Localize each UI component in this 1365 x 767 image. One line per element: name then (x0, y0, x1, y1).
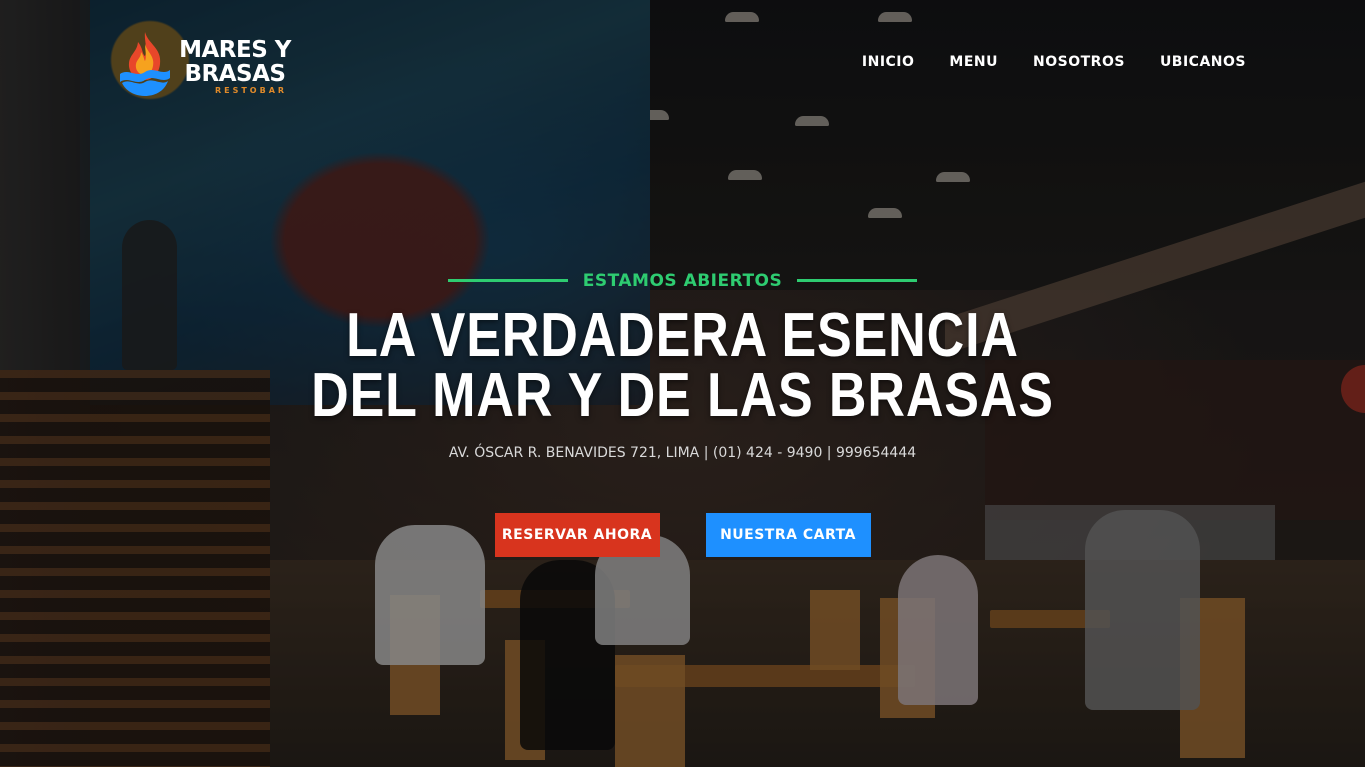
cta-group: RESERVAR AHORA NUESTRA CARTA (0, 513, 1365, 557)
nav-ubicanos[interactable]: UBICANOS (1160, 54, 1246, 70)
brand-tagline: RESTOBAR (214, 86, 288, 95)
brand-logo[interactable]: MARES Y BRASAS RESTOBAR (118, 30, 298, 98)
nav-nosotros[interactable]: NOSOTROS (1033, 54, 1125, 70)
flame-wave-icon (120, 32, 170, 96)
brand-name: MARES Y BRASAS (179, 37, 291, 87)
main-nav: INICIO MENU NOSOTROS UBICANOS (862, 54, 1246, 70)
hero-title: LA VERDADERA ESENCIA DEL MAR Y DE LAS BR… (109, 301, 1256, 430)
hero-title-line2: DEL MAR Y DE LAS BRASAS (311, 361, 1054, 430)
nav-menu[interactable]: MENU (949, 54, 998, 70)
hero-title-line1: LA VERDADERA ESENCIA (346, 301, 1019, 370)
menu-button[interactable]: NUESTRA CARTA (705, 513, 871, 557)
nav-inicio[interactable]: INICIO (862, 54, 915, 70)
reserve-button[interactable]: RESERVAR AHORA (494, 513, 660, 557)
divider-left (447, 279, 568, 282)
address-phone: AV. ÓSCAR R. BENAVIDES 721, LIMA | (01) … (448, 445, 917, 461)
divider-right (797, 279, 918, 282)
open-status-text: ESTAMOS ABIERTOS (582, 270, 783, 291)
open-status: ESTAMOS ABIERTOS (0, 270, 1365, 291)
